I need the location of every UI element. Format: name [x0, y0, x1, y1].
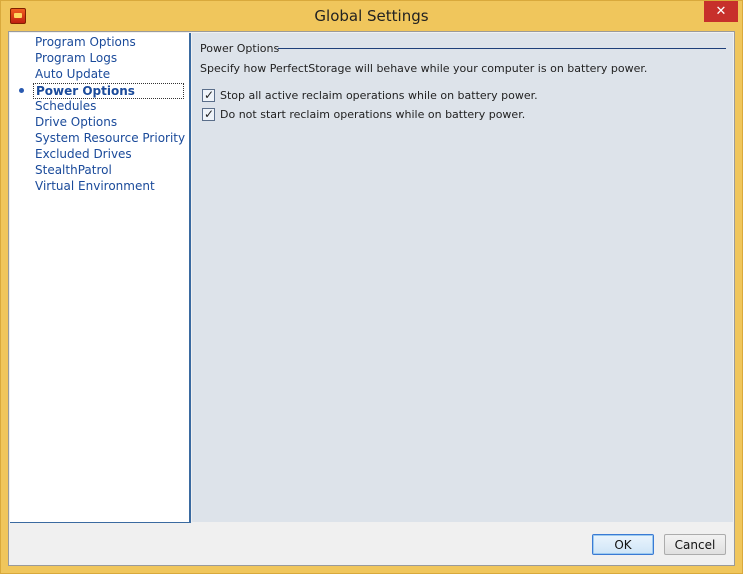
dialog-body: Program Options Program Logs Auto Update… [8, 31, 735, 566]
nav-item-stealthpatrol[interactable]: StealthPatrol [35, 163, 112, 179]
settings-window: Global Settings ✕ Program Options Progra… [0, 0, 743, 574]
nav-item-power-options[interactable]: Power Options [33, 83, 184, 99]
settings-panel: Power Options Specify how PerfectStorage… [192, 33, 733, 522]
section-divider [278, 48, 726, 49]
nav-item-drive-options[interactable]: Drive Options [35, 115, 117, 131]
nav-item-system-resource-priority[interactable]: System Resource Priority [35, 131, 185, 147]
nav-item-program-options[interactable]: Program Options [35, 35, 136, 51]
nav-item-virtual-environment[interactable]: Virtual Environment [35, 179, 155, 195]
do-not-start-reclaim-checkbox[interactable] [202, 107, 215, 121]
section-title: Power Options [200, 42, 280, 55]
stop-active-reclaim-checkbox[interactable] [202, 88, 215, 102]
option-label[interactable]: Do not start reclaim operations while on… [220, 108, 525, 121]
title-bar[interactable]: Global Settings ✕ [1, 1, 742, 31]
nav-item-auto-update[interactable]: Auto Update [35, 67, 110, 83]
nav-item-program-logs[interactable]: Program Logs [35, 51, 117, 67]
window-title: Global Settings [314, 7, 429, 25]
section-description: Specify how PerfectStorage will behave w… [200, 62, 648, 75]
nav-item-excluded-drives[interactable]: Excluded Drives [35, 147, 132, 163]
close-button[interactable]: ✕ [704, 1, 738, 22]
ok-button[interactable]: OK [592, 534, 654, 555]
selected-bullet-icon [19, 88, 24, 93]
option-label[interactable]: Stop all active reclaim operations while… [220, 89, 538, 102]
settings-nav: Program Options Program Logs Auto Update… [10, 33, 191, 523]
cancel-button[interactable]: Cancel [664, 534, 726, 555]
button-bar: OK Cancel [9, 523, 734, 565]
nav-item-schedules[interactable]: Schedules [35, 99, 96, 115]
